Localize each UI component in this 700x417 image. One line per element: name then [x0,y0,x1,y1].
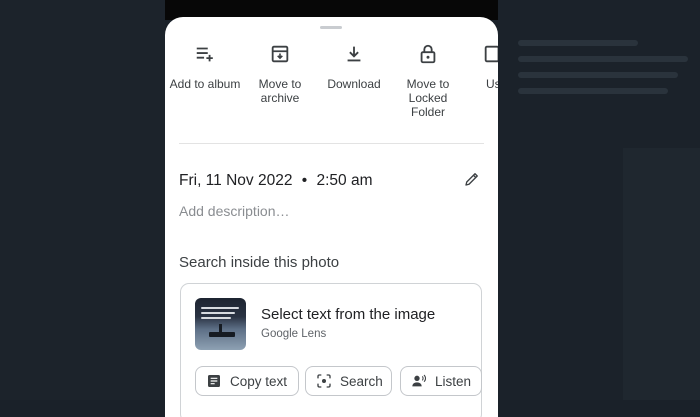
use-as-button[interactable]: Us [458,43,498,91]
download-icon [347,46,361,62]
lens-subtitle: Google Lens [261,328,327,340]
add-description-field[interactable]: Add description… [179,203,290,219]
lens-search-button[interactable]: Search [305,366,392,396]
divider [179,143,484,144]
copy-text-icon [208,375,220,387]
google-lens-card[interactable]: Select text from the image Google Lens C… [180,283,482,417]
action-row: Add to album Move to archive Download Mo… [165,43,498,143]
photo-time: 2:50 am [316,172,373,189]
lock-icon [420,44,436,64]
listen-label: Listen [435,373,472,389]
datetime-separator: • [301,172,308,189]
photo-backdrop-left [0,0,165,400]
lens-search-icon [317,374,331,388]
copy-text-button[interactable]: Copy text [195,366,299,396]
photo-datetime: Fri, 11 Nov 2022 • 2:50 am [179,172,373,190]
download-label: Download [327,77,381,91]
photo-date: Fri, 11 Nov 2022 [179,172,293,189]
listen-icon [412,374,427,387]
move-to-locked-folder-label: Move to Locked Folder [406,77,450,119]
use-as-icon [484,45,498,63]
use-as-label: Us [486,77,498,91]
add-to-album-label: Add to album [169,77,241,91]
move-to-locked-folder-button[interactable]: Move to Locked Folder [392,43,464,119]
photo-thumbnail [195,298,246,350]
drag-handle[interactable] [320,26,342,29]
listen-button[interactable]: Listen [400,366,482,396]
copy-text-label: Copy text [230,373,288,389]
photo-info-sheet: Add to album Move to archive Download Mo… [165,17,498,417]
lens-search-label: Search [340,373,383,389]
photo-backdrop-right [498,0,700,400]
archive-icon [271,45,289,63]
playlist-add-icon [196,47,213,62]
lens-title: Select text from the image [261,306,436,323]
add-to-album-button[interactable]: Add to album [169,43,241,91]
download-button[interactable]: Download [318,43,390,91]
move-to-archive-button[interactable]: Move to archive [244,43,316,105]
search-section-title: Search inside this photo [179,254,340,271]
move-to-archive-label: Move to archive [258,77,302,105]
edit-date-icon[interactable] [463,170,481,188]
